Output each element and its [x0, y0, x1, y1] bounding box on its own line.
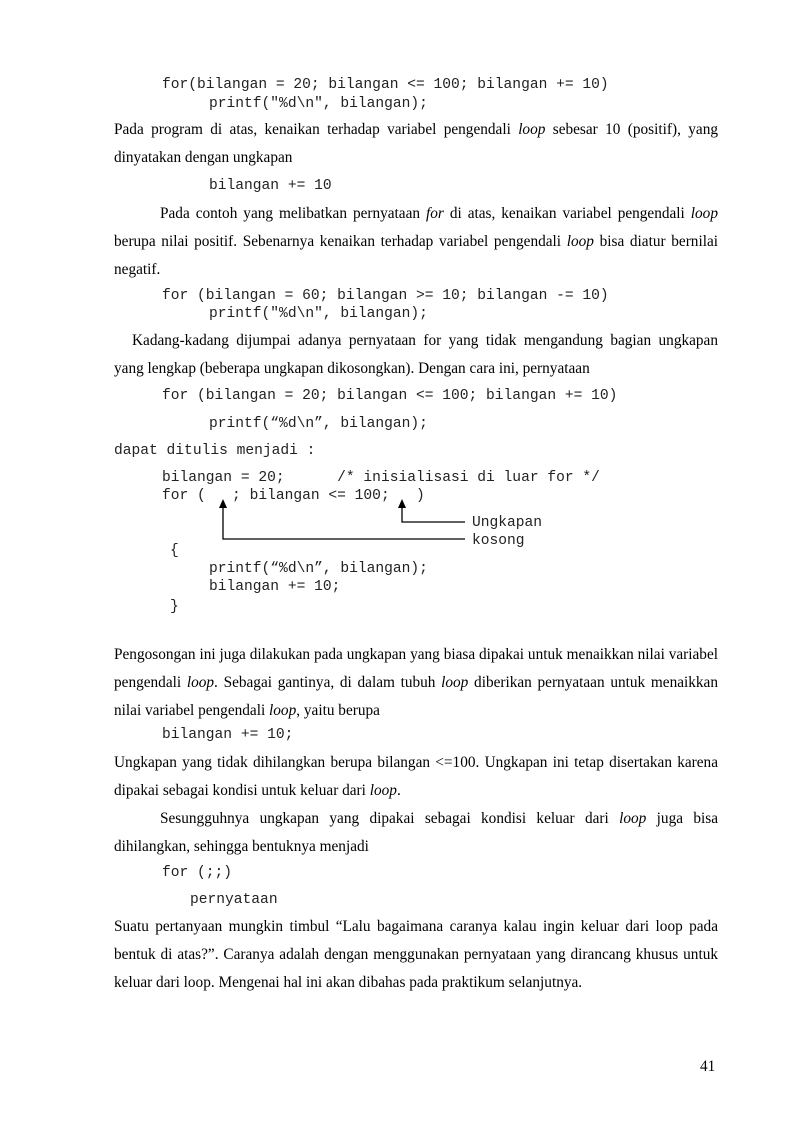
arrow-line-right — [401, 506, 465, 523]
paragraph-7: Suatu pertanyaan mungkin timbul “Lalu ba… — [114, 918, 718, 991]
page-number: 41 — [700, 1058, 716, 1075]
arrow-head-left — [219, 499, 227, 508]
code-line: pernyataan — [190, 892, 278, 908]
arrow-head-right — [398, 499, 406, 508]
code-line: bilangan += 10; — [162, 727, 294, 743]
code-line: for (;;) — [162, 865, 233, 881]
paragraph-4: Pengosongan ini juga dilakukan pada ungk… — [114, 646, 718, 719]
paragraph-6: Sesungguhnya ungkapan yang dipakai sebag… — [114, 810, 718, 855]
paragraph-5: Ungkapan yang tidak dihilangkan berupa b… — [114, 754, 718, 799]
